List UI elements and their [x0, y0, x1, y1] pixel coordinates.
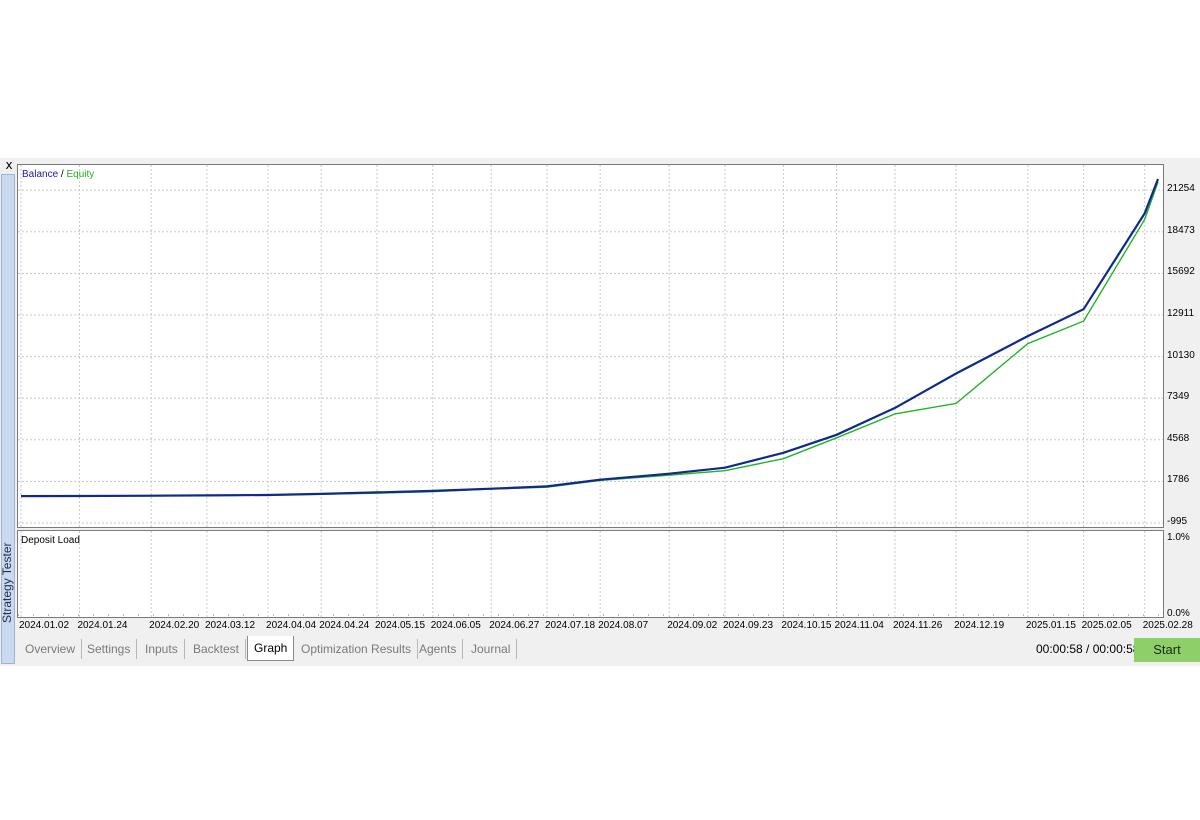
- x-tick-label: 2024.06.27: [489, 620, 540, 631]
- legend-balance: Balance: [22, 169, 59, 180]
- chart-legend: Balance / Equity: [22, 169, 94, 180]
- x-tick-label: 2024.12.19: [954, 620, 1005, 631]
- y-tick-label: 10130: [1167, 349, 1195, 361]
- tab-optimization-results[interactable]: Optimization Results: [295, 639, 419, 659]
- x-tick-label: 2024.08.07: [598, 620, 649, 631]
- y-tick-label: 15692: [1167, 266, 1195, 278]
- strategy-tester-side-tab[interactable]: Strategy Tester: [0, 174, 15, 664]
- deposit-load-plot: [18, 531, 1163, 617]
- deposit-y-tick-label: 1.0%: [1167, 532, 1190, 543]
- y-tick-label: 1786: [1167, 474, 1190, 486]
- x-tick-label: 2025.02.05: [1081, 620, 1132, 631]
- elapsed-timer: 00:00:58 / 00:00:58: [1036, 642, 1140, 656]
- x-tick-label: 2024.09.02: [667, 620, 718, 631]
- y-tick-label: 7349: [1167, 391, 1190, 403]
- deposit-load-chart: Deposit Load: [17, 530, 1164, 618]
- y-tick-label: -995: [1167, 516, 1188, 527]
- deposit-load-title: Deposit Load: [21, 535, 80, 546]
- tab-inputs[interactable]: Inputs: [139, 639, 185, 659]
- date-axis: 2024.01.02 2024.01.24 2024.02.20 2024.03.12…: [17, 618, 1193, 636]
- equity-line: [20, 181, 1159, 497]
- x-tick-label: 2024.11.04: [834, 620, 884, 631]
- x-tick-label: 2024.05.15: [374, 620, 426, 631]
- y-tick-label: 18473: [1167, 224, 1195, 236]
- legend-equity: Equity: [66, 169, 95, 180]
- tab-settings[interactable]: Settings: [81, 639, 138, 659]
- tab-overview[interactable]: Overview: [19, 639, 83, 659]
- side-tab-label: Strategy Tester: [0, 542, 14, 623]
- x-tick-label: 2024.11.26: [893, 620, 943, 631]
- close-icon[interactable]: x: [3, 158, 15, 172]
- x-tick-label: 2025.01.15: [1025, 620, 1076, 631]
- tab-backtest[interactable]: Backtest: [187, 639, 247, 659]
- x-tick-label: 2024.03.12: [204, 620, 256, 631]
- tab-graph[interactable]: Graph: [247, 636, 295, 661]
- tab-agents[interactable]: Agents: [413, 639, 464, 659]
- tester-tab-bar: Overview Settings Inputs Backtest Graph Optim…: [17, 636, 1117, 662]
- x-tick-label: 2024.10.15: [781, 620, 832, 631]
- x-tick-label: 2024.07.18: [544, 620, 596, 631]
- balance-equity-chart: Balance / Equity: [17, 164, 1164, 528]
- x-tick-label: 2025.02.28: [1142, 620, 1193, 631]
- x-tick-label: 2024.06.05: [430, 620, 481, 631]
- x-tick-label: 2024.09.23: [722, 620, 774, 631]
- x-tick-label: 2024.02.20: [149, 620, 200, 631]
- balance-equity-plot: [18, 165, 1163, 527]
- y-tick-label: 21254: [1167, 183, 1195, 195]
- x-tick-label: 2024.01.02: [19, 620, 70, 631]
- balance-line: [20, 178, 1160, 498]
- strategy-tester-panel: x Strategy Tester Balance / Equity Depos…: [0, 158, 1200, 666]
- tab-journal[interactable]: Journal: [465, 639, 518, 659]
- start-button[interactable]: Start: [1134, 638, 1200, 662]
- x-tick-label: 2024.04.24: [319, 620, 370, 631]
- deposit-y-tick-label: 0.0%: [1167, 608, 1190, 619]
- y-tick-label: 4568: [1167, 432, 1190, 444]
- x-tick-label: 2024.01.24: [77, 620, 128, 631]
- x-tick-label: 2024.04.04: [266, 620, 317, 631]
- y-tick-label: 12911: [1167, 307, 1195, 319]
